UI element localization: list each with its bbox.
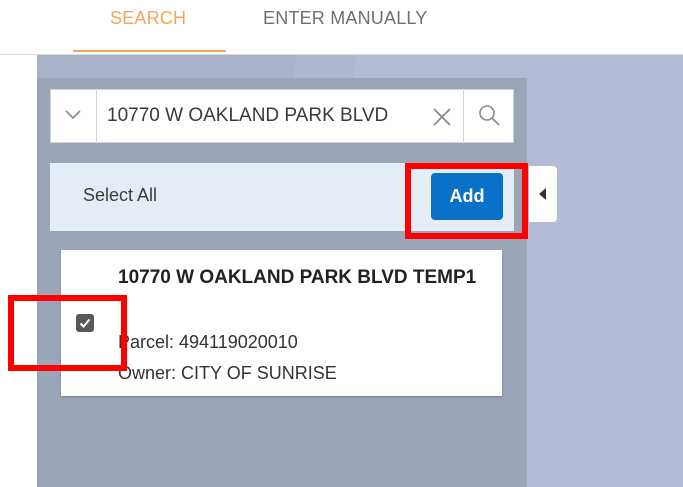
- result-owner: Owner: CITY OF SUNRISE: [118, 363, 337, 383]
- result-item[interactable]: 10770 W OAKLAND PARK BLVD TEMP1 Parcel: …: [61, 250, 502, 396]
- collapse-panel-button[interactable]: [529, 166, 557, 222]
- caret-left-icon: [539, 188, 546, 200]
- active-tab-indicator: [73, 50, 226, 52]
- search-bar: [50, 89, 514, 143]
- clear-search-button[interactable]: [431, 106, 455, 130]
- search-button[interactable]: [463, 90, 513, 142]
- result-address: 10770 W OAKLAND PARK BLVD TEMP1: [118, 267, 477, 288]
- result-parcel: Parcel: 494119020010: [118, 332, 298, 352]
- search-icon: [479, 105, 500, 126]
- chevron-down-icon: [65, 110, 81, 120]
- close-icon: [433, 108, 451, 126]
- search-input[interactable]: [107, 90, 427, 142]
- search-type-dropdown[interactable]: [51, 90, 97, 142]
- tab-search[interactable]: SEARCH: [110, 8, 186, 29]
- highlight-box-add: [405, 163, 528, 239]
- highlight-box-checkbox: [8, 295, 127, 371]
- select-all-toggle[interactable]: Select All: [83, 185, 157, 206]
- tab-bar: SEARCH ENTER MANUALLY: [0, 0, 683, 55]
- tab-enter-manually[interactable]: ENTER MANUALLY: [263, 8, 428, 29]
